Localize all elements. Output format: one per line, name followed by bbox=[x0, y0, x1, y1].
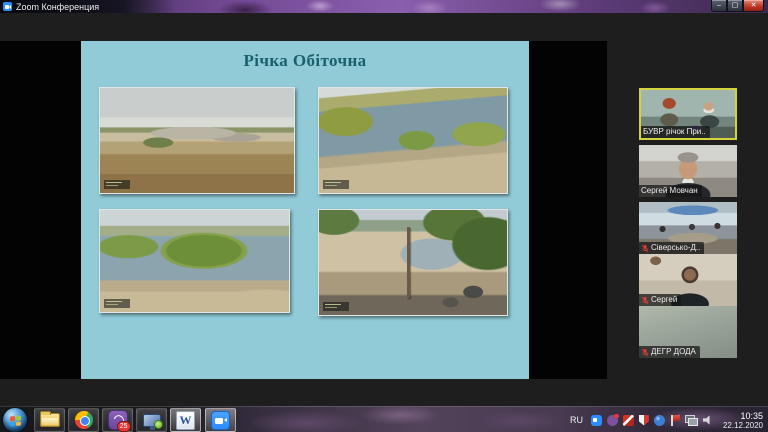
photo-watermark bbox=[104, 180, 130, 189]
maximize-button[interactable]: ▢ bbox=[727, 0, 743, 12]
river-photo-dry-steppe bbox=[99, 87, 295, 194]
taskbar-chrome-button[interactable] bbox=[68, 408, 99, 432]
chrome-icon bbox=[74, 411, 93, 429]
participant-tile-sergey[interactable]: Сергей bbox=[639, 254, 737, 306]
start-button[interactable] bbox=[3, 408, 27, 432]
slide-title: Річка Обіточна bbox=[243, 51, 367, 70]
desktop: Zoom Конференция – ▢ ✕ Річка Обіточна БУ… bbox=[0, 0, 768, 432]
folder-icon bbox=[39, 411, 60, 427]
photo-watermark bbox=[323, 180, 349, 189]
participant-name: Сергей bbox=[651, 295, 678, 304]
network-icon[interactable] bbox=[684, 414, 698, 426]
viber-notification-badge: 25 bbox=[116, 421, 131, 432]
minimize-button[interactable]: – bbox=[711, 0, 727, 12]
participant-tile-movchan[interactable]: Сергей Мовчан bbox=[639, 145, 737, 197]
taskbar-explorer-button[interactable] bbox=[34, 408, 65, 432]
window-controls: – ▢ ✕ bbox=[711, 0, 764, 12]
red-app-tray-icon[interactable] bbox=[622, 414, 634, 426]
participant-tile-degr-doda[interactable]: ДЕГР ДОДА bbox=[639, 306, 737, 358]
zoom-tray-icon[interactable] bbox=[590, 414, 602, 426]
participant-tile-siversko[interactable]: Сіверсько-Д.. bbox=[639, 202, 737, 254]
zoom-app-icon bbox=[3, 2, 12, 11]
system-tray: RU 10:35 22.12.2020 bbox=[570, 407, 768, 432]
presentation-slide: Річка Обіточна bbox=[81, 41, 529, 379]
window-title: Zoom Конференция bbox=[16, 1, 100, 12]
word-icon: W bbox=[176, 410, 195, 430]
screen-share-area: Річка Обіточна bbox=[0, 41, 607, 379]
viber-icon: 25 bbox=[107, 410, 131, 432]
viber-tray-icon[interactable] bbox=[606, 413, 619, 426]
participant-name: ДЕГР ДОДА bbox=[651, 347, 696, 356]
river-photo-bend bbox=[99, 209, 290, 313]
computer-monitor-icon bbox=[142, 413, 163, 430]
volume-icon[interactable] bbox=[702, 415, 710, 425]
participant-name-label: Сергей Мовчан bbox=[639, 185, 702, 197]
close-button[interactable]: ✕ bbox=[743, 0, 764, 12]
taskbar: 25 W RU 10:35 22.12.2020 bbox=[0, 406, 768, 432]
muted-mic-icon bbox=[641, 244, 649, 253]
zoom-window-titlebar[interactable]: Zoom Конференция bbox=[0, 0, 175, 13]
river-photo-reeds-shore bbox=[318, 87, 508, 194]
participant-name-label: БУВР річок При.. bbox=[641, 126, 710, 138]
zoom-window-body: Річка Обіточна БУВР річок При.. Сергей М… bbox=[0, 13, 768, 406]
participant-name-label: Сергей bbox=[639, 294, 682, 306]
participant-name-label: Сіверсько-Д.. bbox=[639, 242, 705, 254]
taskbar-computer-button[interactable] bbox=[136, 408, 167, 432]
taskbar-zoom-button[interactable] bbox=[205, 408, 236, 432]
muted-mic-icon bbox=[641, 296, 649, 305]
photo-watermark bbox=[323, 302, 349, 311]
windows-logo-icon bbox=[10, 415, 21, 427]
participant-name: Сіверсько-Д.. bbox=[651, 243, 701, 252]
taskbar-viber-button[interactable]: 25 bbox=[102, 408, 133, 432]
clock-time: 10:35 bbox=[740, 410, 763, 421]
language-indicator[interactable]: RU bbox=[570, 415, 583, 425]
globe-tray-icon[interactable] bbox=[653, 414, 665, 426]
photo-watermark bbox=[104, 299, 130, 308]
taskbar-word-button[interactable]: W bbox=[170, 408, 201, 432]
river-photo-shore-rocks bbox=[318, 209, 508, 316]
zoom-icon bbox=[211, 410, 230, 430]
action-center-flag-icon[interactable] bbox=[670, 414, 680, 426]
participant-name-label: ДЕГР ДОДА bbox=[639, 346, 700, 358]
clock-date: 22.12.2020 bbox=[722, 420, 763, 430]
taskbar-clock[interactable]: 10:35 22.12.2020 bbox=[723, 411, 763, 430]
participant-tile-buvr[interactable]: БУВР річок При.. bbox=[639, 88, 737, 140]
participant-name: БУВР річок При.. bbox=[643, 127, 706, 136]
muted-mic-icon bbox=[641, 348, 649, 357]
antivirus-shield-tray-icon[interactable] bbox=[638, 414, 649, 426]
participant-name: Сергей Мовчан bbox=[641, 186, 698, 195]
